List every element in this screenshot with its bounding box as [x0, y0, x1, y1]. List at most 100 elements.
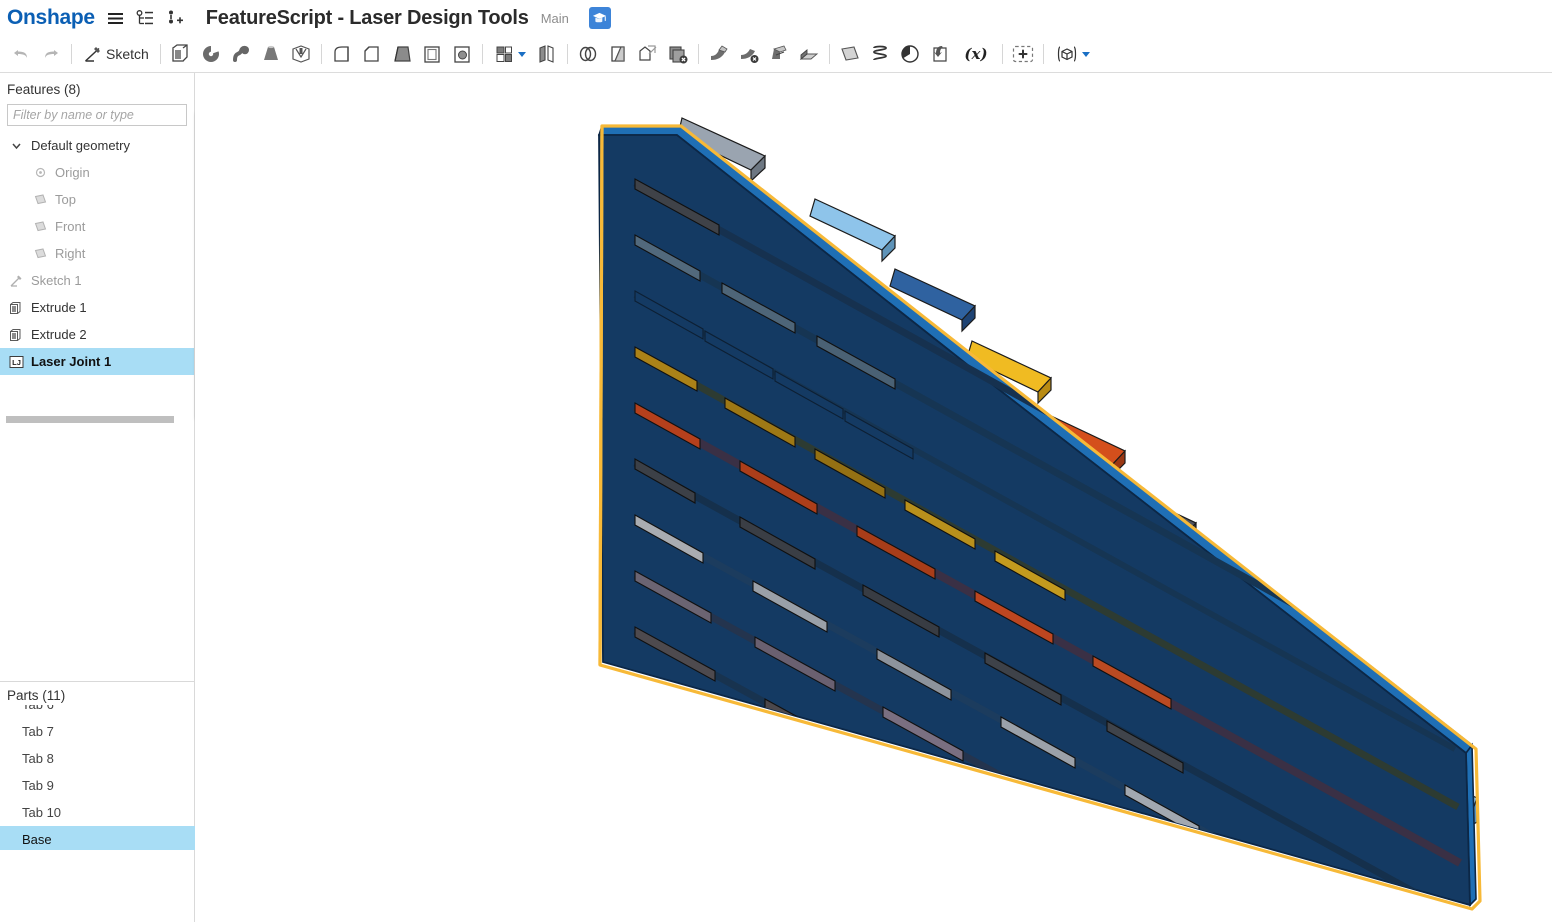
chamfer-icon[interactable]	[357, 39, 387, 69]
feature-filter-placeholder: Filter by name or type	[13, 108, 134, 122]
feature-item-label: Laser Joint 1	[31, 354, 112, 369]
onshape-app-window: Onshape FeatureScript - Laser Design Too…	[0, 0, 1552, 922]
toolbar-divider	[159, 44, 161, 64]
mirror-icon[interactable]	[532, 39, 562, 69]
panel-divider	[0, 681, 195, 682]
chevron-down-icon[interactable]	[8, 138, 24, 154]
selection-highlight-left-edge	[598, 125, 604, 666]
sketch-button[interactable]: Sketch	[77, 39, 155, 69]
feature-item-label: Extrude 1	[31, 300, 87, 315]
parts-header: Parts (11)	[7, 688, 66, 703]
boolean-icon[interactable]	[573, 39, 603, 69]
toolbar-divider	[566, 44, 568, 64]
plane-icon	[32, 219, 48, 235]
list-item[interactable]: Tab 6	[0, 705, 195, 718]
split-icon[interactable]	[603, 39, 633, 69]
plate-front-face	[598, 134, 1471, 907]
laser-joint-model[interactable]	[195, 73, 1552, 922]
left-panel: Features (8) Filter by name or type Defa…	[0, 73, 195, 922]
part-label: Tab 9	[22, 778, 54, 793]
chevron-down-icon[interactable]	[1081, 51, 1090, 57]
sketch-icon	[8, 273, 24, 289]
list-item[interactable]: Tab 10	[0, 799, 195, 826]
top-bar: Onshape FeatureScript - Laser Design Too…	[0, 0, 1552, 36]
thicken-icon[interactable]	[286, 39, 316, 69]
feature-item-origin[interactable]: Origin	[0, 159, 194, 186]
feature-item-label: Origin	[55, 165, 90, 180]
part-label: Tab 10	[22, 805, 62, 820]
feature-item-label: Extrude 2	[31, 327, 87, 342]
plane-icon[interactable]	[835, 39, 865, 69]
hole-icon[interactable]	[447, 39, 477, 69]
toolbar-divider	[481, 44, 483, 64]
transform-icon[interactable]	[633, 39, 663, 69]
revolve-icon[interactable]	[196, 39, 226, 69]
helix-icon[interactable]	[865, 39, 895, 69]
version-graph-icon[interactable]	[136, 9, 155, 27]
feature-tree-horizontal-scrollbar[interactable]	[6, 416, 174, 423]
extrude-icon	[8, 300, 24, 316]
feature-filter-input[interactable]: Filter by name or type	[7, 104, 187, 126]
3d-viewport[interactable]	[195, 73, 1552, 922]
list-item[interactable]: Tab 7	[0, 718, 195, 745]
origin-icon	[32, 165, 48, 181]
plane-icon	[32, 192, 48, 208]
sweep-icon[interactable]	[226, 39, 256, 69]
sheet-metal-bend-icon[interactable]	[764, 39, 794, 69]
graduation-cap-icon[interactable]	[588, 7, 611, 29]
import-derived-icon[interactable]	[925, 39, 955, 69]
assembly-cube-icon[interactable]	[1049, 39, 1096, 69]
feature-item-sketch-1[interactable]: Sketch 1	[0, 267, 194, 294]
svg-text:(x): (x)	[964, 45, 987, 63]
feature-item-default-geometry[interactable]: Default geometry	[0, 132, 194, 159]
plane-icon	[32, 246, 48, 262]
parts-list: Tab 6 Tab 7 Tab 8 Tab 9 Tab 10 Base	[0, 705, 195, 850]
hamburger-icon[interactable]	[107, 10, 124, 27]
variable-icon[interactable]: (x)	[955, 39, 997, 69]
sketch-label: Sketch	[106, 46, 149, 62]
fillet-icon[interactable]	[327, 39, 357, 69]
loft-icon[interactable]	[256, 39, 286, 69]
sheet-metal-flange-icon[interactable]	[704, 39, 734, 69]
feature-item-laser-joint-1[interactable]: LJ Laser Joint 1	[0, 348, 194, 375]
insert-branch-icon[interactable]	[167, 9, 184, 27]
add-custom-feature-icon[interactable]	[1008, 39, 1038, 69]
feature-tree: Default geometry Origin Top Front Right …	[0, 132, 194, 375]
sheet-metal-tab-icon[interactable]	[734, 39, 764, 69]
extrude-icon[interactable]	[166, 39, 196, 69]
list-item[interactable]: Tab 9	[0, 772, 195, 799]
feature-item-right[interactable]: Right	[0, 240, 194, 267]
feature-item-extrude-2[interactable]: Extrude 2	[0, 321, 194, 348]
list-item[interactable]: Tab 8	[0, 745, 195, 772]
toolbar-divider	[1001, 44, 1003, 64]
part-label: Base	[22, 832, 52, 847]
pattern-icon[interactable]	[488, 39, 532, 69]
document-title: FeatureScript - Laser Design Tools	[205, 6, 529, 29]
feature-item-front[interactable]: Front	[0, 213, 194, 240]
toolbar-divider	[71, 44, 72, 64]
delete-part-icon[interactable]	[663, 39, 693, 69]
feature-item-label: Right	[55, 246, 86, 261]
list-item-base[interactable]: Base	[0, 826, 195, 850]
feature-item-extrude-1[interactable]: Extrude 1	[0, 294, 194, 321]
feature-item-top[interactable]: Top	[0, 186, 194, 213]
toolbar-divider	[1042, 44, 1044, 64]
curve-icon[interactable]	[895, 39, 925, 69]
onshape-logo[interactable]: Onshape	[7, 6, 95, 30]
svg-text:LJ: LJ	[12, 358, 21, 367]
branch-label[interactable]: Main	[541, 11, 569, 26]
feature-toolbar: Sketch (x)	[0, 36, 1552, 73]
undo-button[interactable]	[6, 39, 36, 69]
redo-button[interactable]	[36, 39, 66, 69]
draft-icon[interactable]	[387, 39, 417, 69]
feature-item-label: Top	[55, 192, 76, 207]
part-label: Tab 7	[22, 724, 54, 739]
sheet-metal-unbend-icon[interactable]	[794, 39, 824, 69]
part-label: Tab 8	[22, 751, 54, 766]
feature-item-label: Front	[55, 219, 86, 234]
toolbar-divider	[320, 44, 322, 64]
chevron-down-icon[interactable]	[517, 51, 526, 57]
shell-icon[interactable]	[417, 39, 447, 69]
toolbar-divider	[828, 44, 830, 64]
feature-item-label: Default geometry	[31, 138, 130, 153]
